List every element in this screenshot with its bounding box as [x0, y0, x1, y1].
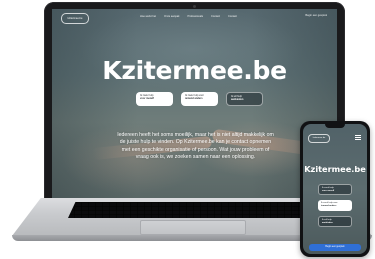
phone-cta-button[interactable]: Begin een gesprek [309, 244, 361, 251]
hamburger-menu-icon[interactable] [355, 135, 361, 140]
hero-intro-text: Iedereen heeft het soms moeilijk, maar h… [117, 132, 274, 161]
nav-cta-link[interactable]: Begin een gesprek [305, 14, 327, 17]
phone-hero-title: Kzitermee.be [304, 164, 366, 174]
option-card-mezelf[interactable]: Ik zoek hulp voor mezelf [136, 92, 173, 106]
phone-option-cards: Ik zoek hulp voor mezelf Ik zoek hulp vo… [318, 184, 352, 227]
laptop-trackpad [140, 220, 246, 235]
nav-link-contact-2[interactable]: Contact [228, 15, 237, 18]
laptop-keyboard [68, 202, 316, 218]
laptop-screen: kzitermee.be Hoe werkt het Onze aanpak P… [52, 9, 337, 198]
phone-option-card-aanbieden[interactable]: Ik wil hulp aanbieden [318, 216, 352, 227]
hero-title: Kzitermee.be [102, 56, 287, 85]
nav-link-contact[interactable]: Contact [211, 15, 220, 18]
phone-option-card-iemand-anders[interactable]: Ik zoek hulp voor iemand anders [318, 200, 352, 211]
nav-link-professionals[interactable]: Professionals [187, 15, 203, 18]
nav-link-onze-aanpak[interactable]: Onze aanpak [164, 15, 179, 18]
phone-device: kzitermee.be Kzitermee.be Ik zoek hulp v… [300, 121, 370, 257]
option-card-line2: voor mezelf [322, 189, 335, 192]
phone-option-card-mezelf[interactable]: Ik zoek hulp voor mezelf [318, 184, 352, 195]
device-mockup: kzitermee.be Hoe werkt het Onze aanpak P… [0, 0, 375, 259]
site-navbar: kzitermee.be Hoe werkt het Onze aanpak P… [52, 9, 337, 27]
option-card-line2: iemand anders [321, 204, 337, 207]
option-card-line2: aanbieden [322, 221, 333, 224]
camera-icon [193, 5, 196, 8]
option-card-line2: aanbieden [231, 98, 244, 101]
option-card-aanbieden[interactable]: Ik wil hulp aanbieden [226, 92, 263, 106]
nav-link-hoe-werkt-het[interactable]: Hoe werkt het [140, 15, 156, 18]
hero-option-cards: Ik zoek hulp voor mezelf Ik zoek hulp vo… [136, 92, 263, 106]
phone-notch [325, 124, 345, 128]
option-card-line2: iemand anders [185, 97, 203, 100]
phone-screen: kzitermee.be Kzitermee.be Ik zoek hulp v… [303, 124, 367, 254]
option-card-line2: voor mezelf [140, 97, 154, 100]
site-logo[interactable]: kzitermee.be [61, 13, 89, 24]
nav-links: Hoe werkt het Onze aanpak Professionals … [140, 15, 237, 18]
phone-site-logo[interactable]: kzitermee.be [308, 134, 330, 143]
option-card-iemand-anders[interactable]: Ik zoek hulp voor iemand anders [181, 92, 218, 106]
